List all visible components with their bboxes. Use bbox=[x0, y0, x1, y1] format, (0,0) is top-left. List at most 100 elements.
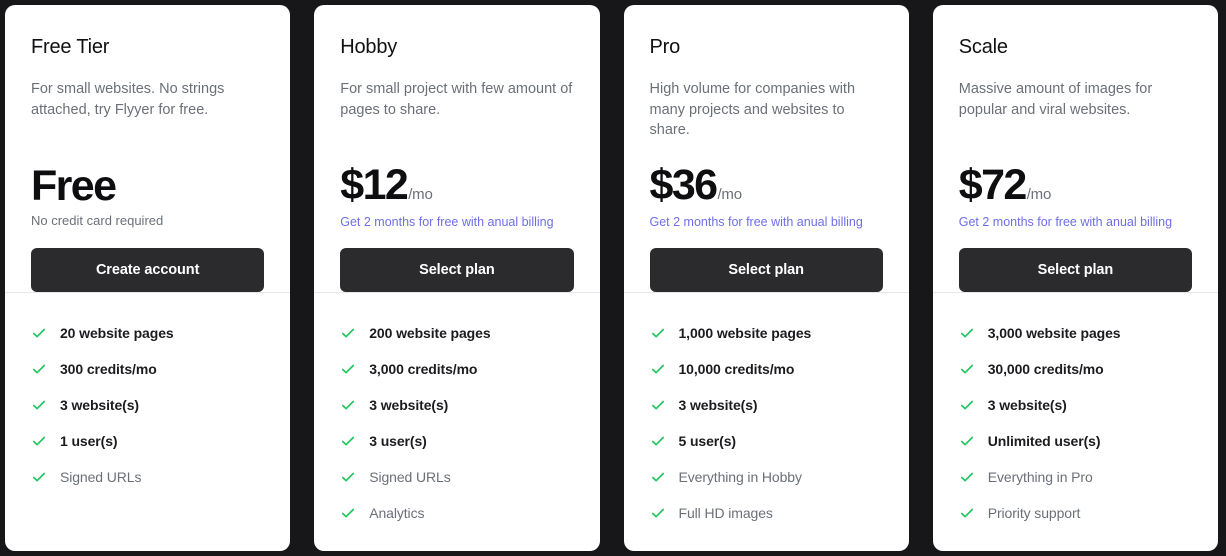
check-icon bbox=[959, 397, 975, 413]
feature-label: Everything in Hobby bbox=[678, 469, 802, 485]
feature-item: 10,000 credits/mo bbox=[650, 351, 883, 387]
feature-item: Signed URLs bbox=[31, 459, 264, 495]
feature-item: 3 website(s) bbox=[650, 387, 883, 423]
plan-header: Pro High volume for companies with many p… bbox=[624, 5, 909, 292]
plan-title: Free Tier bbox=[31, 36, 110, 58]
feature-item: 3,000 credits/mo bbox=[340, 351, 573, 387]
feature-label: Priority support bbox=[987, 505, 1081, 521]
plan-price-block: Free No credit card required bbox=[31, 165, 264, 230]
check-icon bbox=[959, 361, 975, 377]
feature-item: 3 website(s) bbox=[340, 387, 573, 423]
feature-item: 1,000 website pages bbox=[650, 315, 883, 351]
feature-item: 200 website pages bbox=[340, 315, 573, 351]
feature-item: 300 credits/mo bbox=[31, 351, 264, 387]
plan-card-scale: Scale Massive amount of images for popula… bbox=[932, 5, 1218, 551]
feature-label: Signed URLs bbox=[60, 469, 142, 485]
plan-price-amount: $36 bbox=[649, 160, 719, 209]
feature-label: 30,000 credits/mo bbox=[987, 361, 1104, 377]
feature-item: 3 user(s) bbox=[340, 423, 573, 459]
plan-card-hobby: Hobby For small project with few amount o… bbox=[314, 5, 600, 551]
feature-label: 20 website pages bbox=[60, 325, 174, 341]
plan-price-period: /mo bbox=[1026, 185, 1052, 203]
plan-price-amount: $72 bbox=[958, 160, 1028, 209]
check-icon bbox=[340, 361, 356, 377]
feature-label: 200 website pages bbox=[369, 325, 491, 341]
pricing-plans-grid: Free Tier For small websites. No strings … bbox=[0, 0, 1226, 556]
plan-card-free-tier: Free Tier For small websites. No strings … bbox=[5, 5, 291, 551]
feature-label: 3 website(s) bbox=[60, 397, 139, 413]
plan-header: Scale Massive amount of images for popula… bbox=[933, 5, 1218, 292]
plan-price-period: /mo bbox=[408, 185, 433, 203]
plan-price-amount: Free bbox=[31, 162, 117, 211]
plan-price-period: /mo bbox=[717, 185, 742, 203]
plan-price-row: Free bbox=[31, 165, 264, 208]
feature-item: 3 website(s) bbox=[31, 387, 264, 423]
feature-item: Unlimited user(s) bbox=[959, 423, 1192, 459]
plan-feature-list: 20 website pages 300 credits/mo 3 website(… bbox=[5, 293, 290, 551]
feature-label: 5 user(s) bbox=[678, 433, 737, 449]
feature-item: Priority support bbox=[959, 495, 1192, 531]
plan-card-pro: Pro High volume for companies with many p… bbox=[623, 5, 909, 551]
plan-price-block: $36/mo Get 2 months for free with anual b… bbox=[649, 160, 883, 230]
plan-title: Scale bbox=[958, 36, 1008, 58]
plan-title: Pro bbox=[649, 36, 681, 58]
feature-item: 5 user(s) bbox=[650, 423, 883, 459]
select-plan-button-scale[interactable]: Select plan bbox=[958, 248, 1192, 292]
feature-label: Everything in Pro bbox=[987, 469, 1093, 485]
plan-price-note: No credit card required bbox=[31, 213, 164, 229]
annual-billing-link[interactable]: Get 2 months for free with anual billing bbox=[650, 214, 883, 230]
plan-feature-list: 200 website pages 3,000 credits/mo 3 websi… bbox=[314, 293, 599, 551]
annual-billing-link[interactable]: Get 2 months for free with anual billing bbox=[959, 214, 1192, 230]
check-icon bbox=[340, 505, 356, 521]
feature-label: Analytics bbox=[369, 505, 425, 521]
feature-label: 3 website(s) bbox=[987, 397, 1067, 413]
check-icon bbox=[650, 469, 666, 485]
check-icon bbox=[340, 397, 356, 413]
check-icon bbox=[650, 505, 666, 521]
check-icon bbox=[340, 325, 356, 341]
feature-item: 3,000 website pages bbox=[959, 315, 1192, 351]
feature-label: 10,000 credits/mo bbox=[678, 361, 795, 377]
plan-title: Hobby bbox=[340, 36, 398, 58]
plan-description: High volume for companies with many proj… bbox=[649, 81, 856, 139]
feature-item: 20 website pages bbox=[31, 315, 264, 351]
plan-header: Free Tier For small websites. No strings … bbox=[5, 5, 290, 292]
feature-label: 3,000 website pages bbox=[987, 325, 1121, 341]
feature-item: 1 user(s) bbox=[31, 423, 264, 459]
feature-label: 3 website(s) bbox=[369, 397, 449, 413]
plan-price-row: $72/mo bbox=[958, 160, 1192, 209]
feature-label: Unlimited user(s) bbox=[987, 433, 1101, 449]
plan-price-row: $36/mo bbox=[649, 160, 883, 209]
feature-label: Full HD images bbox=[678, 505, 773, 521]
check-icon bbox=[340, 469, 356, 485]
select-plan-button-hobby[interactable]: Select plan bbox=[340, 248, 574, 292]
feature-item: 3 website(s) bbox=[959, 387, 1192, 423]
plan-price-block: $72/mo Get 2 months for free with anual b… bbox=[958, 160, 1192, 230]
feature-label: Signed URLs bbox=[369, 469, 451, 485]
plan-feature-list: 1,000 website pages 10,000 credits/mo 3 we… bbox=[624, 293, 909, 551]
feature-label: 3 user(s) bbox=[369, 433, 427, 449]
feature-label: 1,000 website pages bbox=[678, 325, 812, 341]
check-icon bbox=[31, 397, 47, 413]
check-icon bbox=[959, 505, 975, 521]
select-plan-button-pro[interactable]: Select plan bbox=[649, 248, 883, 292]
plan-price-block: $12/mo Get 2 months for free with anual b… bbox=[340, 163, 573, 230]
check-icon bbox=[650, 397, 666, 413]
annual-billing-link[interactable]: Get 2 months for free with anual billing bbox=[340, 214, 573, 230]
feature-item: Everything in Hobby bbox=[650, 459, 883, 495]
create-account-button[interactable]: Create account bbox=[31, 248, 265, 292]
check-icon bbox=[650, 361, 666, 377]
plan-description: For small websites. No strings attached,… bbox=[31, 81, 225, 118]
check-icon bbox=[340, 433, 356, 449]
feature-item: 30,000 credits/mo bbox=[959, 351, 1192, 387]
check-icon bbox=[959, 433, 975, 449]
feature-item: Everything in Pro bbox=[959, 459, 1192, 495]
feature-label: 1 user(s) bbox=[60, 433, 118, 449]
plan-description: Massive amount of images for popular and… bbox=[958, 81, 1153, 118]
check-icon bbox=[959, 469, 975, 485]
feature-label: 3 website(s) bbox=[678, 397, 758, 413]
plan-header: Hobby For small project with few amount o… bbox=[314, 5, 599, 292]
check-icon bbox=[650, 325, 666, 341]
feature-label: 300 credits/mo bbox=[60, 361, 157, 377]
feature-item: Analytics bbox=[340, 495, 573, 531]
